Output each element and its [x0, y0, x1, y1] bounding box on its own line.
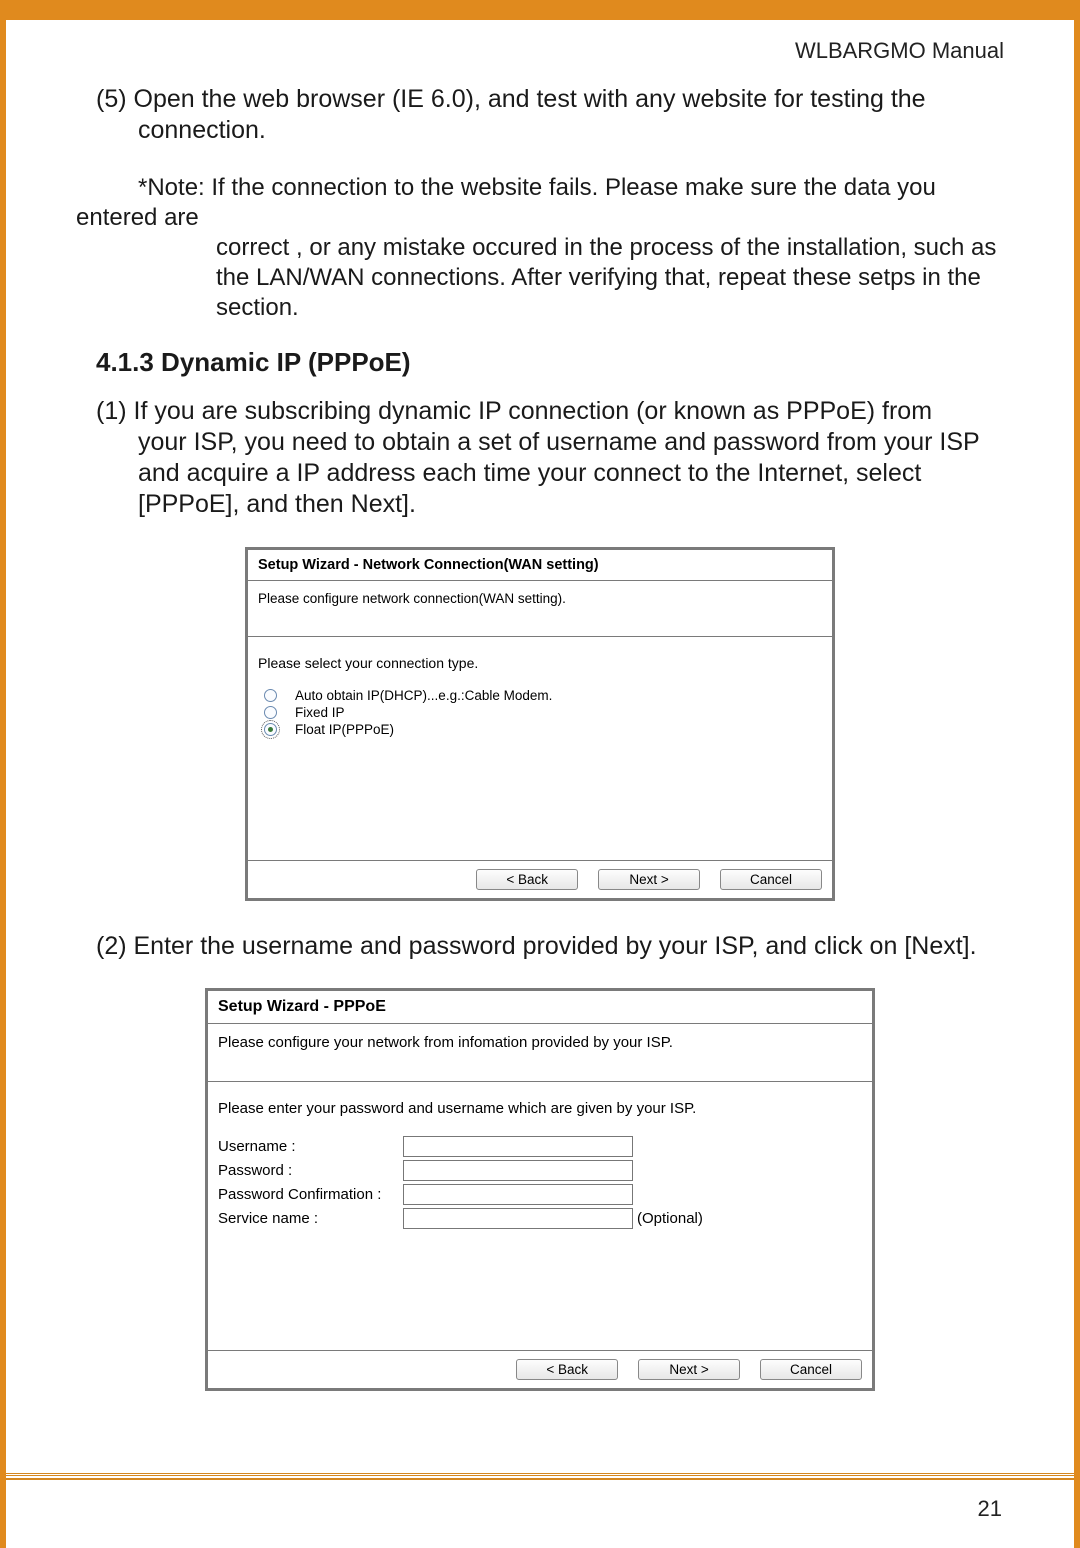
note-rest: correct , or any mistake occured in the …	[216, 233, 1004, 323]
input-password[interactable]	[403, 1160, 633, 1181]
step-5-rest: connection.	[138, 115, 1004, 146]
row-password: Password :	[218, 1160, 862, 1181]
step-2-text: Enter the username and password provided…	[134, 932, 977, 960]
wizard2-prompt: Please enter your password and username …	[218, 1100, 862, 1117]
optional-tag: (Optional)	[637, 1210, 703, 1227]
input-service-name[interactable]	[403, 1208, 633, 1229]
row-service-name: Service name : (Optional)	[218, 1208, 862, 1229]
radio-icon-selected	[264, 723, 277, 736]
row-username: Username :	[218, 1136, 862, 1157]
step-2: (2) Enter the username and password prov…	[76, 931, 1004, 962]
cancel-button[interactable]: Cancel	[720, 869, 822, 890]
label-password-confirm: Password Confirmation :	[218, 1186, 403, 1203]
step-5: (5) Open the web browser (IE 6.0), and t…	[76, 84, 1004, 147]
manual-page: WLBARGMO Manual (5) Open the web browser…	[0, 0, 1080, 1548]
row-password-confirm: Password Confirmation :	[218, 1184, 862, 1205]
setup-wizard-wan: Setup Wizard - Network Connection(WAN se…	[245, 547, 835, 901]
radio-icon	[264, 689, 277, 702]
option-fixed-ip-label: Fixed IP	[295, 705, 345, 720]
step-1-line1: If you are subscribing dynamic IP connec…	[134, 397, 933, 425]
label-service-name: Service name :	[218, 1210, 403, 1227]
back-button[interactable]: < Back	[516, 1359, 618, 1380]
page-number: 21	[6, 1480, 1074, 1548]
page-footer: 21	[6, 1473, 1074, 1548]
wizard1-subtitle: Please configure network connection(WAN …	[248, 581, 832, 637]
back-button[interactable]: < Back	[476, 869, 578, 890]
input-password-confirm[interactable]	[403, 1184, 633, 1205]
top-orange-bar	[6, 0, 1074, 20]
step-2-number: (2)	[96, 932, 134, 960]
wizard1-options: Auto obtain IP(DHCP)...e.g.:Cable Modem.…	[258, 687, 822, 738]
note-block: *Note: If the connection to the website …	[76, 173, 1004, 323]
wizard2-body: Please enter your password and username …	[208, 1082, 872, 1351]
option-pppoe-label: Float IP(PPPoE)	[295, 722, 394, 737]
step-1-number: (1)	[96, 397, 134, 425]
step-1: (1) If you are subscribing dynamic IP co…	[76, 396, 1004, 521]
option-dhcp[interactable]: Auto obtain IP(DHCP)...e.g.:Cable Modem.	[258, 687, 822, 704]
wizard2-title: Setup Wizard - PPPoE	[208, 991, 872, 1024]
radio-icon	[264, 706, 277, 719]
option-dhcp-label: Auto obtain IP(DHCP)...e.g.:Cable Modem.	[295, 688, 552, 703]
section-heading: 4.1.3 Dynamic IP (PPPoE)	[96, 347, 1004, 378]
wizard1-title: Setup Wizard - Network Connection(WAN se…	[248, 550, 832, 581]
label-username: Username :	[218, 1138, 403, 1155]
wizard2-subtitle: Please configure your network from infom…	[208, 1024, 872, 1082]
step-5-number: (5)	[96, 85, 134, 113]
option-pppoe[interactable]: Float IP(PPPoE)	[258, 721, 822, 738]
wizard1-body: Please select your connection type. Auto…	[248, 637, 832, 861]
label-password: Password :	[218, 1162, 403, 1179]
cancel-button[interactable]: Cancel	[760, 1359, 862, 1380]
step-5-line1: Open the web browser (IE 6.0), and test …	[134, 85, 926, 113]
next-button[interactable]: Next >	[598, 869, 700, 890]
note-label: *Note:	[138, 174, 211, 201]
option-fixed-ip[interactable]: Fixed IP	[258, 704, 822, 721]
next-button[interactable]: Next >	[638, 1359, 740, 1380]
wizard1-footer: < Back Next > Cancel	[248, 861, 832, 898]
manual-title: WLBARGMO Manual	[6, 20, 1074, 74]
page-content: (5) Open the web browser (IE 6.0), and t…	[6, 74, 1074, 1473]
step-1-rest: your ISP, you need to obtain a set of us…	[138, 427, 1004, 521]
wizard2-footer: < Back Next > Cancel	[208, 1351, 872, 1388]
input-username[interactable]	[403, 1136, 633, 1157]
wizard1-prompt: Please select your connection type.	[258, 655, 822, 671]
setup-wizard-pppoe: Setup Wizard - PPPoE Please configure yo…	[205, 988, 875, 1391]
